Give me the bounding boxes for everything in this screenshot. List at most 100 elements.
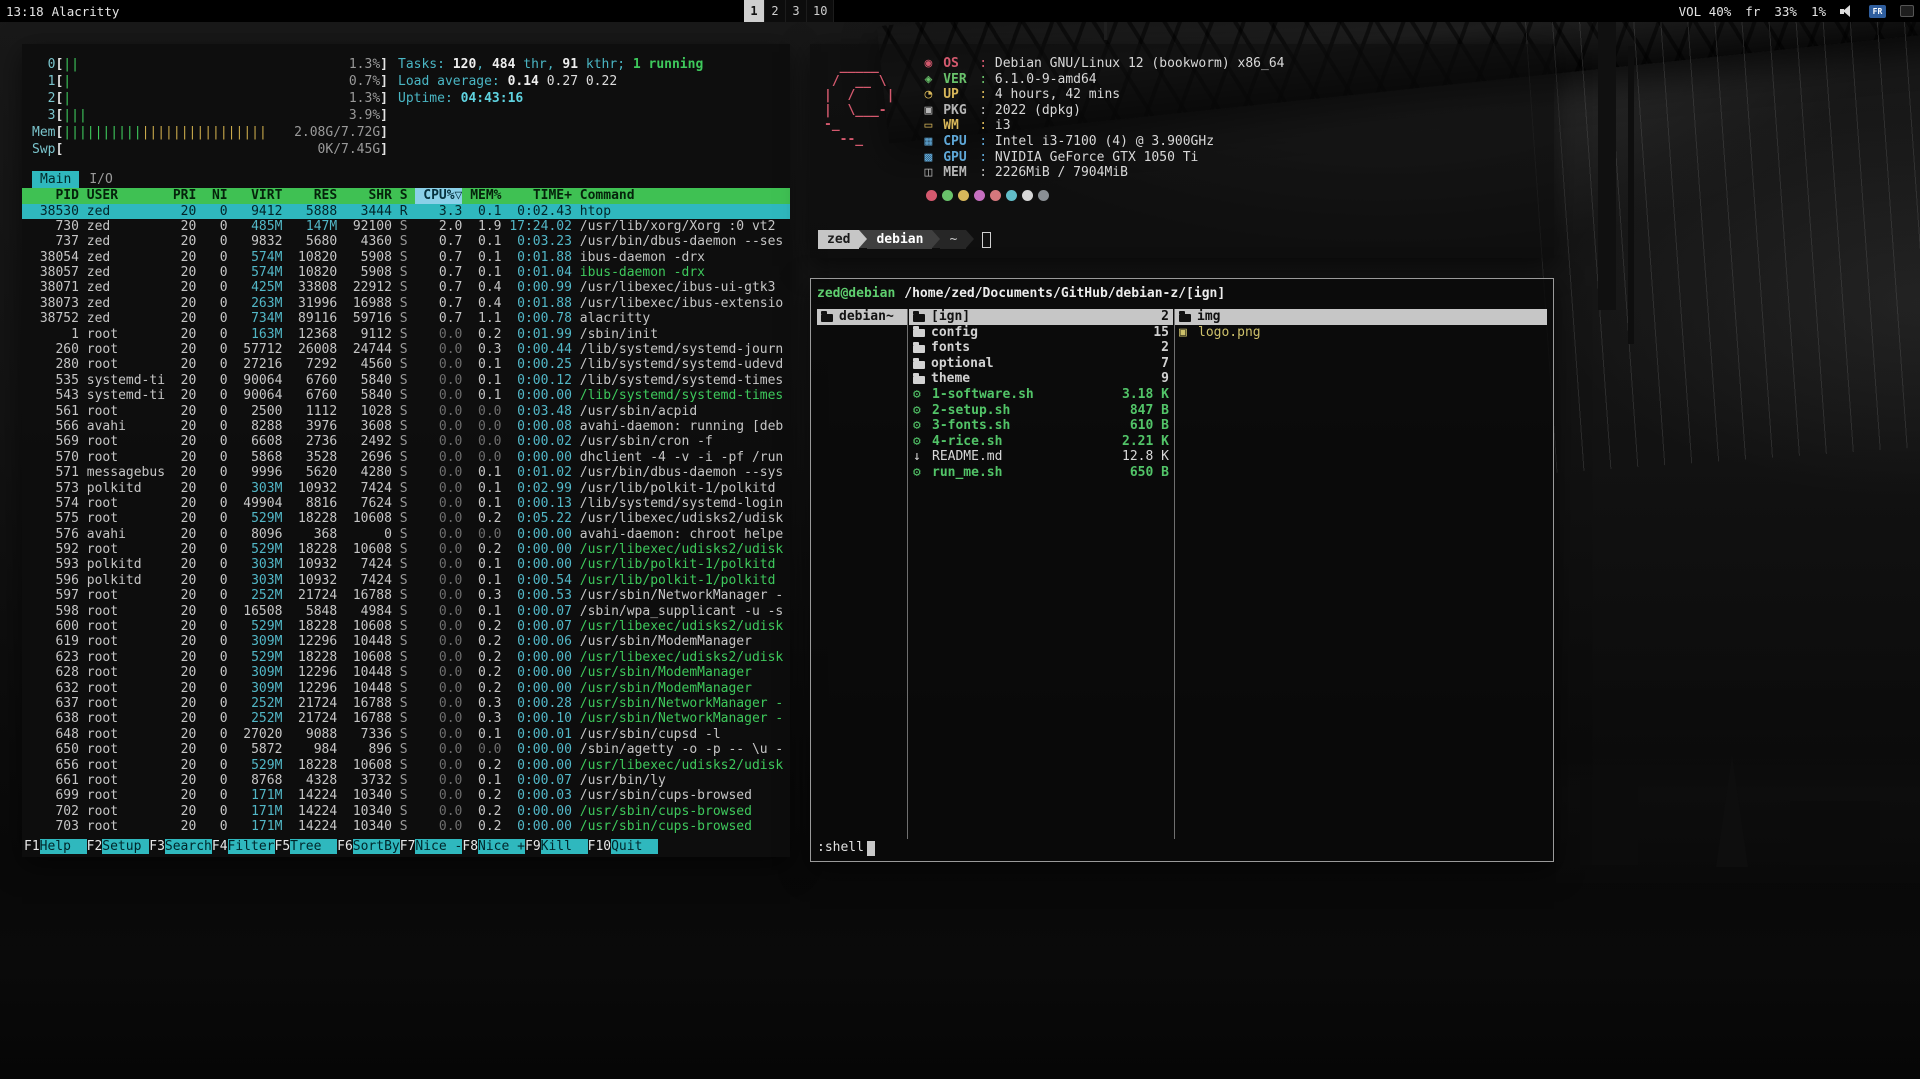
htop-process-row[interactable]: 566 avahi 20 0 8288 3976 3608 S 0.0 0.0 … xyxy=(22,419,790,434)
workspace-button[interactable]: 10 xyxy=(807,0,834,22)
htop-process-row[interactable]: 561 root 20 0 2500 1112 1028 S 0.0 0.0 0… xyxy=(22,404,790,419)
htop-column-label[interactable]: TIME+ xyxy=(502,188,572,204)
htop-process-row[interactable]: 38057 zed 20 0 574M 10820 5908 S 0.7 0.1… xyxy=(22,265,790,280)
htop-process-row[interactable]: 38054 zed 20 0 574M 10820 5908 S 0.7 0.1… xyxy=(22,250,790,265)
htop-process-row[interactable]: 38752 zed 20 0 734M 89116 59716 S 0.7 1.… xyxy=(22,311,790,326)
ranger-status-line[interactable]: :shell xyxy=(817,839,1547,857)
htop-process-row[interactable]: 623 root 20 0 529M 18228 10608 S 0.0 0.2… xyxy=(22,650,790,665)
htop-process-row[interactable]: 38530 zed 20 0 9412 5888 3444 R 3.3 0.1 … xyxy=(22,204,790,219)
htop-process-row[interactable]: 638 root 20 0 252M 21724 16788 S 0.0 0.3… xyxy=(22,711,790,726)
function-key-button[interactable]: F9Kill xyxy=(525,838,588,855)
htop-process-row[interactable]: 569 root 20 0 6608 2736 2492 S 0.0 0.0 0… xyxy=(22,434,790,449)
htop-process-row[interactable]: 280 root 20 0 27216 7292 4560 S 0.0 0.1 … xyxy=(22,357,790,372)
file-row[interactable]: 3-fonts.sh610 B xyxy=(909,418,1173,434)
htop-process-row[interactable]: 632 root 20 0 309M 12296 10448 S 0.0 0.2… xyxy=(22,681,790,696)
htop-column-label[interactable]: MEM% xyxy=(462,188,501,204)
function-key-button[interactable]: F3Search xyxy=(149,838,212,855)
htop-process-row[interactable]: 575 root 20 0 529M 18228 10608 S 0.0 0.2… xyxy=(22,511,790,526)
function-key-button[interactable]: F1Help xyxy=(24,838,87,855)
function-key-button[interactable]: F8Nice + xyxy=(462,838,525,855)
htop-process-row[interactable]: 573 polkitd 20 0 303M 10932 7424 S 0.0 0… xyxy=(22,481,790,496)
file-row[interactable]: 1-software.sh3.18 K xyxy=(909,387,1173,403)
file-row[interactable]: optional7 xyxy=(909,356,1173,372)
file-row[interactable]: run_me.sh650 B xyxy=(909,465,1173,481)
workspace-button[interactable]: 3 xyxy=(786,0,807,22)
htop-column-label[interactable]: RES xyxy=(282,188,337,204)
htop-process-row[interactable]: 656 root 20 0 529M 18228 10608 S 0.0 0.2… xyxy=(22,758,790,773)
cpu-status[interactable]: 33% xyxy=(1774,4,1797,19)
ranger-columns: debian~ [ign]2config15fonts2optional7the… xyxy=(817,309,1547,839)
ranger-terminal-window[interactable]: zed@debian/home/zed/Documents/GitHub/deb… xyxy=(810,278,1554,862)
htop-column-label[interactable]: Command xyxy=(572,188,784,204)
htop-process-row[interactable]: 730 zed 20 0 485M 147M 92100 S 2.0 1.9 1… xyxy=(22,219,790,234)
htop-process-row[interactable]: 597 root 20 0 252M 21724 16788 S 0.0 0.3… xyxy=(22,588,790,603)
mem-status[interactable]: 1% xyxy=(1811,4,1826,19)
ni-cell: 0 xyxy=(196,742,227,757)
htop-process-row[interactable]: 38073 zed 20 0 263M 31996 16988 S 0.7 0.… xyxy=(22,296,790,311)
workspace-button[interactable]: 1 xyxy=(744,0,765,22)
function-key-button[interactable]: F2Setup xyxy=(87,838,150,855)
workspace-button[interactable]: 2 xyxy=(765,0,786,22)
htop-process-row[interactable]: 596 polkitd 20 0 303M 10932 7424 S 0.0 0… xyxy=(22,573,790,588)
htop-process-row[interactable]: 260 root 20 0 57712 26008 24744 S 0.0 0.… xyxy=(22,342,790,357)
volume-status[interactable]: VOL 40% xyxy=(1679,4,1732,19)
function-key-button[interactable]: F6SortBy xyxy=(337,838,400,855)
preview-row[interactable]: img xyxy=(1175,309,1547,325)
file-row[interactable]: [ign]2 xyxy=(909,309,1173,325)
tray-icon[interactable] xyxy=(1900,5,1914,17)
htop-process-row[interactable]: 576 avahi 20 0 8096 368 0 S 0.0 0.0 0:00… xyxy=(22,527,790,542)
virt-cell: 9832 xyxy=(228,234,283,249)
htop-column-label[interactable]: USER xyxy=(79,188,165,204)
file-row[interactable]: theme9 xyxy=(909,371,1173,387)
shell-prompt[interactable]: zed debian ~ xyxy=(818,230,991,249)
fr-keyboard-badge[interactable]: FR xyxy=(1869,5,1886,18)
htop-terminal-window[interactable]: 0[||1.3%]1[|0.7%]2[|1.3%]3[|||3.9%]Mem[|… xyxy=(22,44,790,857)
htop-process-row[interactable]: 574 root 20 0 49904 8816 7624 S 0.0 0.1 … xyxy=(22,496,790,511)
function-key-button[interactable]: F7Nice - xyxy=(400,838,463,855)
htop-column-label[interactable]: SHR xyxy=(337,188,392,204)
htop-process-row[interactable]: 637 root 20 0 252M 21724 16788 S 0.0 0.3… xyxy=(22,696,790,711)
htop-process-row[interactable]: 535 systemd-ti 20 0 90064 6760 5840 S 0.… xyxy=(22,373,790,388)
file-row[interactable]: config15 xyxy=(909,325,1173,341)
htop-process-row[interactable]: 571 messagebus 20 0 9996 5620 4280 S 0.0… xyxy=(22,465,790,480)
htop-column-label[interactable]: S xyxy=(392,188,415,204)
volume-icon[interactable] xyxy=(1840,5,1855,17)
htop-process-row[interactable]: 619 root 20 0 309M 12296 10448 S 0.0 0.2… xyxy=(22,634,790,649)
keyboard-layout-status[interactable]: fr xyxy=(1745,4,1760,19)
htop-process-row[interactable]: 650 root 20 0 5872 984 896 S 0.0 0.0 0:0… xyxy=(22,742,790,757)
htop-tab[interactable]: Main xyxy=(32,171,79,188)
file-row[interactable]: fonts2 xyxy=(909,340,1173,356)
file-row[interactable]: 2-setup.sh847 B xyxy=(909,403,1173,419)
htop-process-row[interactable]: 699 root 20 0 171M 14224 10340 S 0.0 0.2… xyxy=(22,788,790,803)
htop-column-label[interactable]: NI xyxy=(196,188,227,204)
htop-process-row[interactable]: 543 systemd-ti 20 0 90064 6760 5840 S 0.… xyxy=(22,388,790,403)
preview-row[interactable]: logo.png xyxy=(1175,325,1547,341)
htop-process-row[interactable]: 628 root 20 0 309M 12296 10448 S 0.0 0.2… xyxy=(22,665,790,680)
htop-process-row[interactable]: 737 zed 20 0 9832 5680 4360 S 0.7 0.1 0:… xyxy=(22,234,790,249)
htop-process-row[interactable]: 703 root 20 0 171M 14224 10340 S 0.0 0.2… xyxy=(22,819,790,834)
htop-tab[interactable]: I/O xyxy=(81,171,120,188)
file-row[interactable]: 4-rice.sh2.21 K xyxy=(909,434,1173,450)
htop-process-row[interactable]: 600 root 20 0 529M 18228 10608 S 0.0 0.2… xyxy=(22,619,790,634)
fastfetch-terminal-window[interactable]: _____ / __ \ | / | | \___- -_ --_ ◉OS : … xyxy=(810,44,1554,258)
htop-process-row[interactable]: 702 root 20 0 171M 14224 10340 S 0.0 0.2… xyxy=(22,804,790,819)
htop-process-row[interactable]: 648 root 20 0 27020 9088 7336 S 0.0 0.1 … xyxy=(22,727,790,742)
function-key-button[interactable]: F4Filter xyxy=(212,838,275,855)
htop-process-row[interactable]: 593 polkitd 20 0 303M 10932 7424 S 0.0 0… xyxy=(22,557,790,572)
htop-process-row[interactable]: 661 root 20 0 8768 4328 3732 S 0.0 0.1 0… xyxy=(22,773,790,788)
htop-process-row[interactable]: 570 root 20 0 5868 3528 2696 S 0.0 0.0 0… xyxy=(22,450,790,465)
parent-dir-row[interactable]: debian~ xyxy=(817,309,907,325)
htop-process-row[interactable]: 592 root 20 0 529M 18228 10608 S 0.0 0.2… xyxy=(22,542,790,557)
htop-process-row[interactable]: 1 root 20 0 163M 12368 9112 S 0.0 0.2 0:… xyxy=(22,327,790,342)
htop-column-label[interactable]: CPU%▽ xyxy=(415,188,462,204)
htop-column-label[interactable]: PID xyxy=(32,188,79,204)
function-key-button[interactable]: F10Quit xyxy=(588,838,658,855)
mem-cell: 1.9 xyxy=(462,219,501,234)
file-row[interactable]: README.md12.8 K xyxy=(909,449,1173,465)
res-cell: 5620 xyxy=(282,465,337,480)
htop-process-row[interactable]: 38071 zed 20 0 425M 33808 22912 S 0.7 0.… xyxy=(22,280,790,295)
function-key-button[interactable]: F5Tree xyxy=(275,838,338,855)
htop-process-row[interactable]: 598 root 20 0 16508 5848 4984 S 0.0 0.1 … xyxy=(22,604,790,619)
htop-column-label[interactable]: VIRT xyxy=(228,188,283,204)
htop-column-label[interactable]: PRI xyxy=(165,188,196,204)
